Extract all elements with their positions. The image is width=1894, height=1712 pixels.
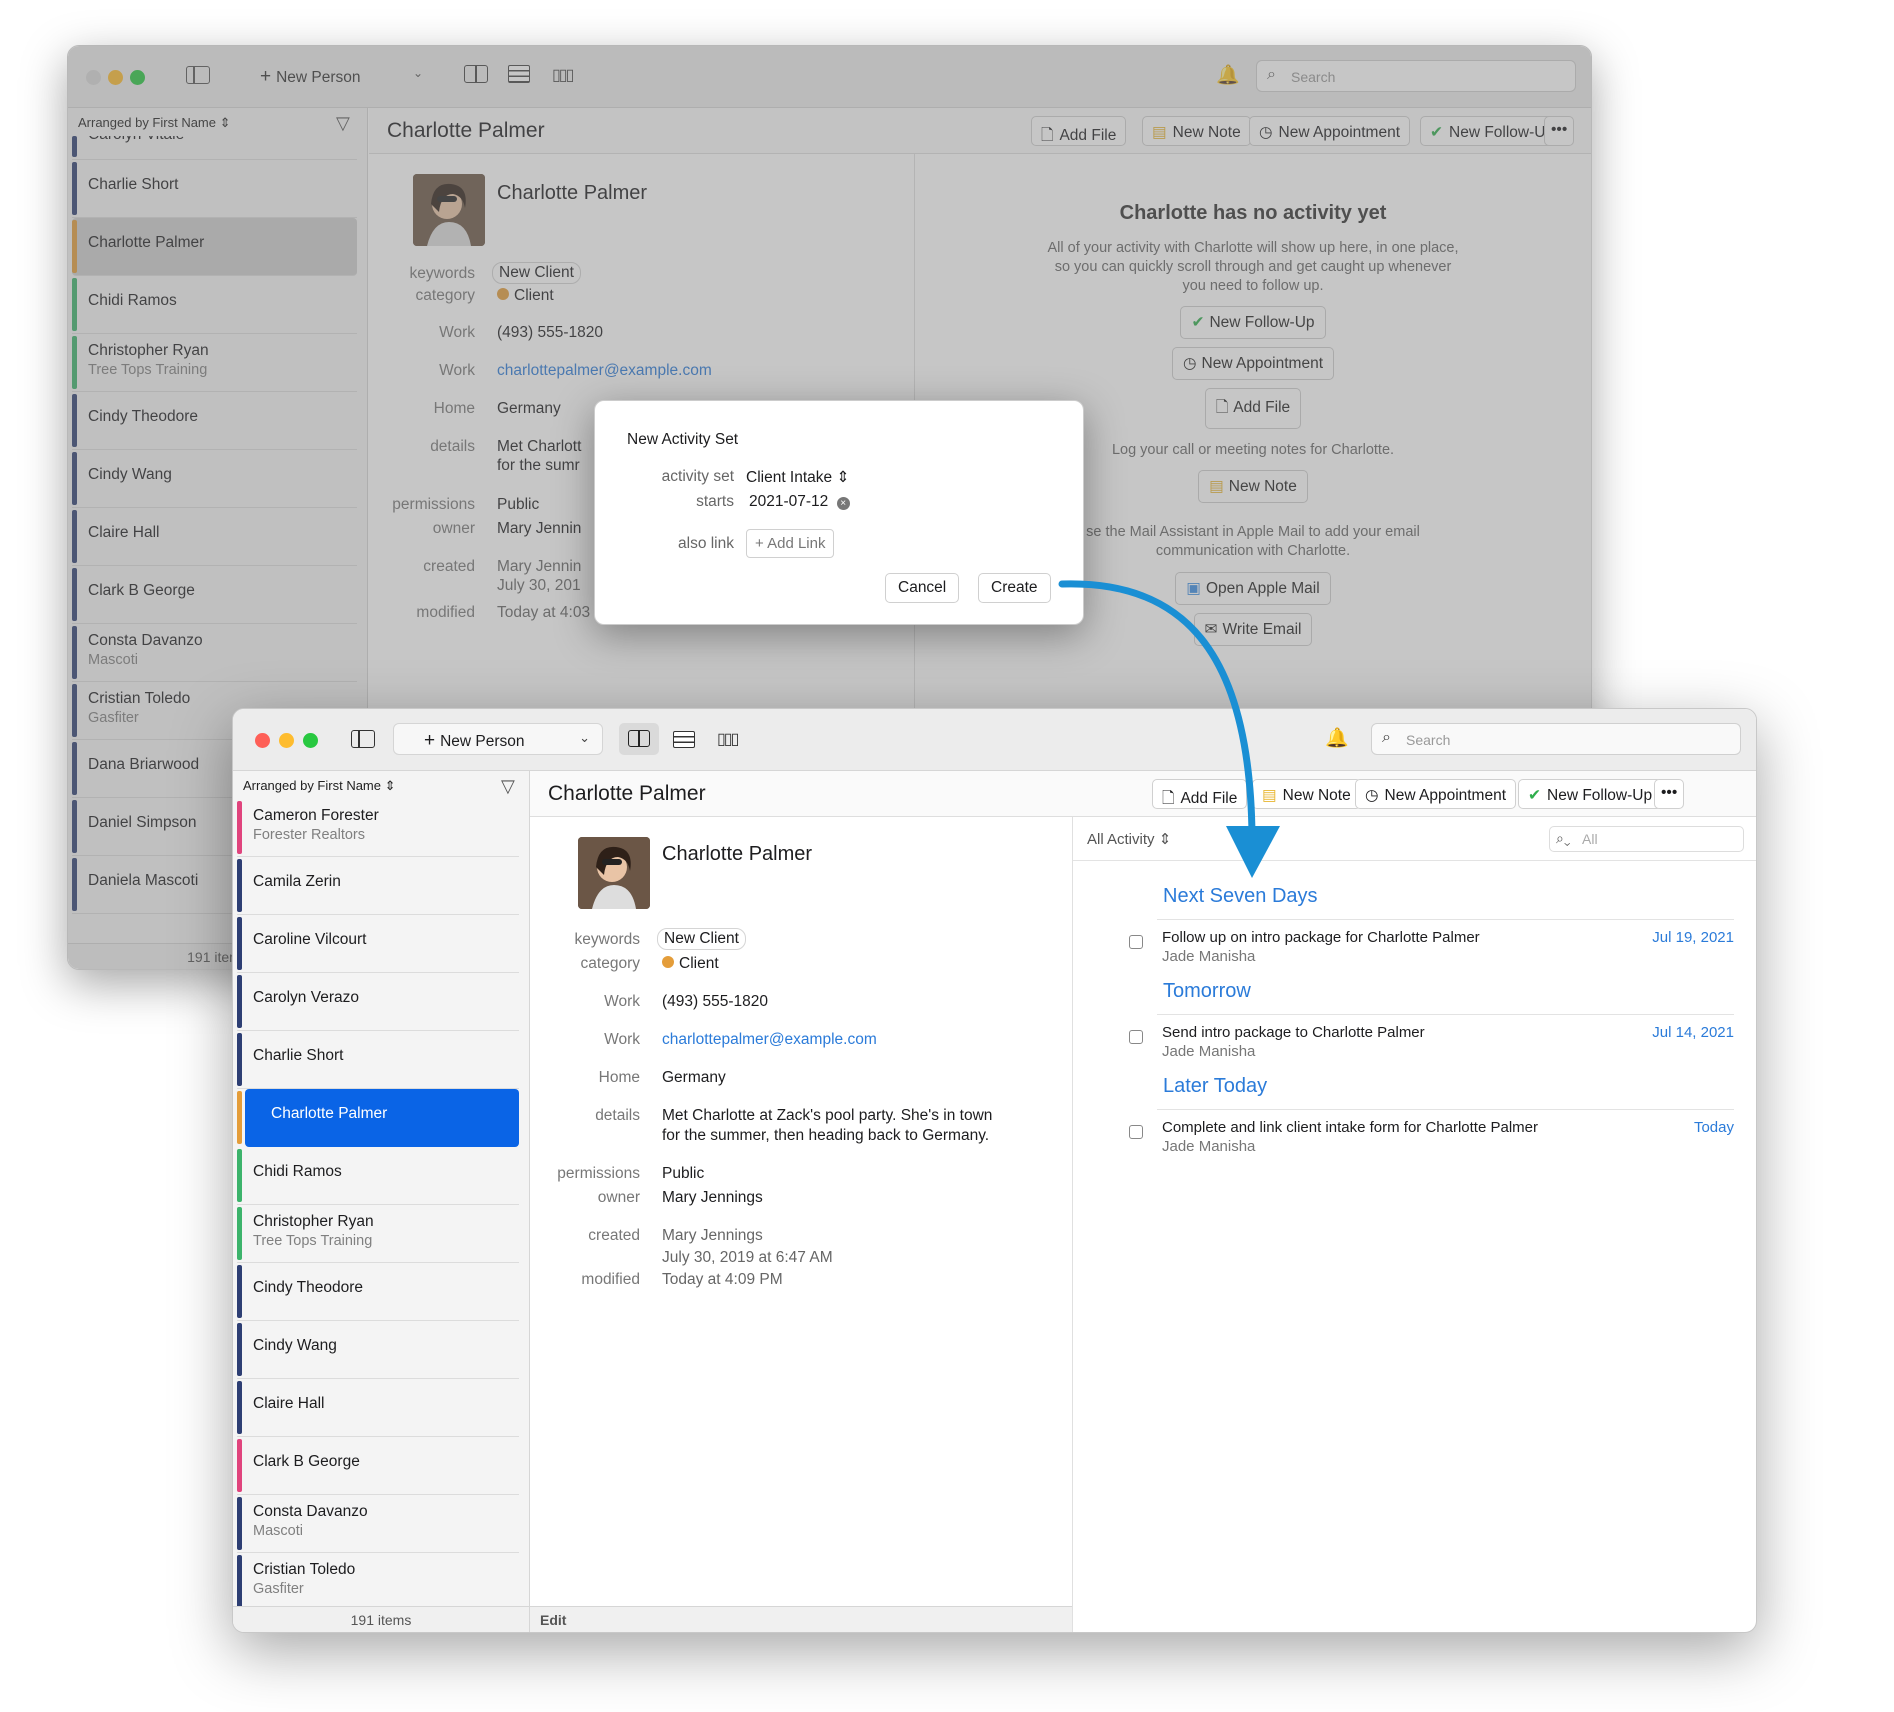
flow-arrow bbox=[1058, 580, 1280, 878]
